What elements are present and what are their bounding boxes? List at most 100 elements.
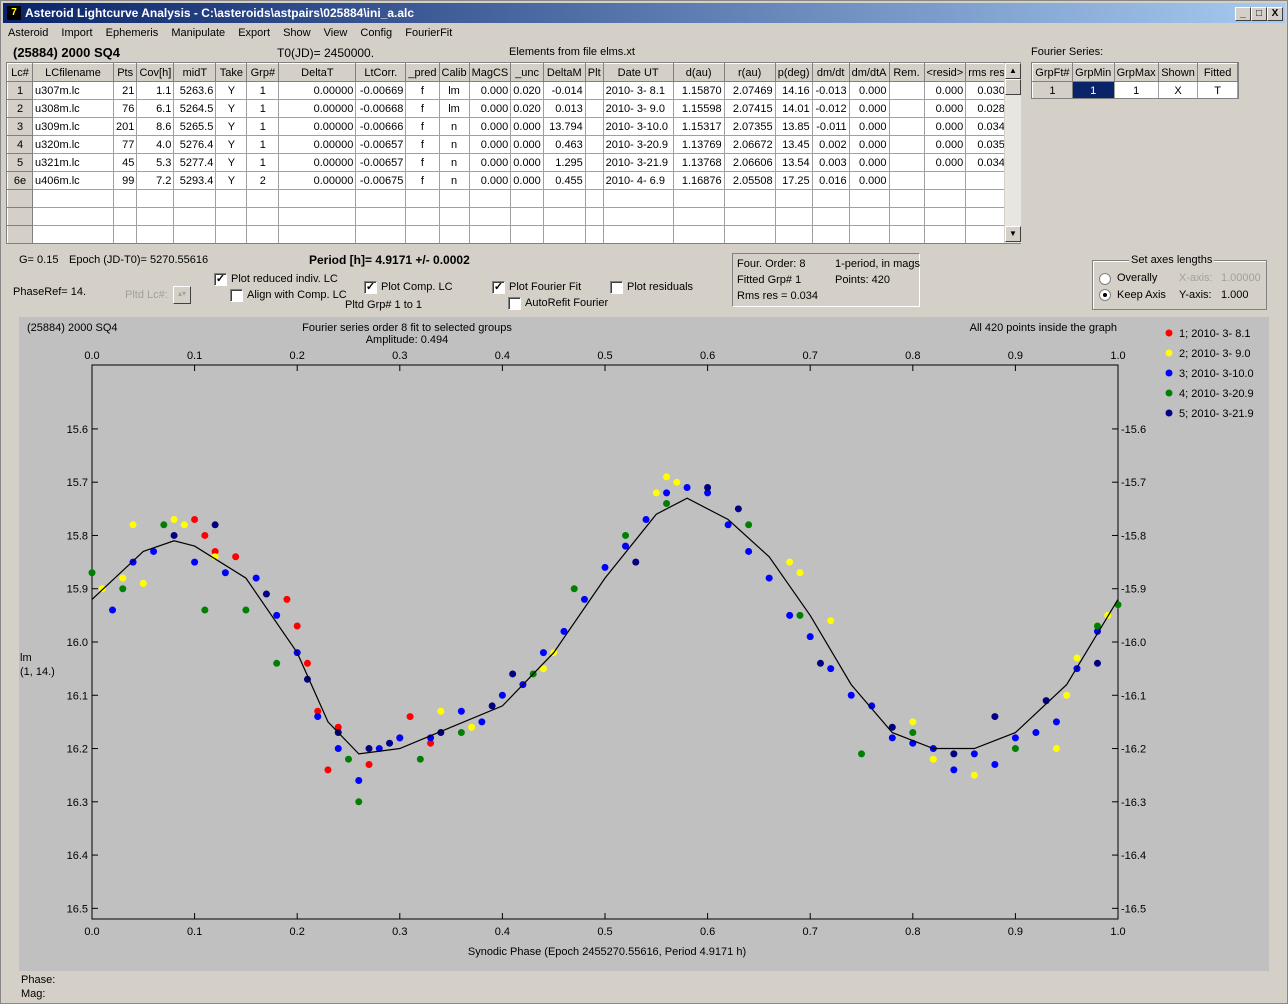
table-cell[interactable]: 1	[246, 99, 280, 118]
table-cell[interactable]: 0.030	[965, 81, 1008, 100]
table-cell[interactable]: u406m.lc	[32, 171, 114, 190]
menu-manipulate[interactable]: Manipulate	[166, 25, 230, 41]
scroll-up-icon[interactable]: ▲	[1005, 63, 1021, 79]
table-cell[interactable]: 5277.4	[173, 153, 217, 172]
table-cell[interactable]	[32, 189, 114, 208]
table-cell[interactable]	[848, 225, 890, 243]
table-cell[interactable]: 0.016	[811, 171, 850, 190]
table-cell[interactable]: u308m.lc	[32, 99, 114, 118]
table-cell[interactable]: 1	[246, 117, 280, 136]
table-cell[interactable]: 0.020	[510, 81, 544, 100]
table-cell[interactable]: -0.00657	[355, 135, 407, 154]
table-cell[interactable]	[215, 207, 248, 226]
table-cell[interactable]	[584, 207, 604, 226]
table-cell[interactable]	[811, 189, 850, 208]
table-cell[interactable]	[173, 207, 217, 226]
table-cell[interactable]	[136, 189, 175, 208]
table-cell[interactable]: f	[405, 135, 440, 154]
row-header[interactable]: 3	[7, 117, 33, 136]
table-cell[interactable]: 13.45	[774, 135, 813, 154]
table-cell[interactable]: 0.455	[542, 171, 586, 190]
table-cell[interactable]	[510, 225, 544, 243]
table-cell[interactable]: -0.00668	[355, 99, 407, 118]
table-cell[interactable]: -0.013	[811, 81, 850, 100]
table-cell[interactable]: f	[405, 81, 440, 100]
col-header[interactable]: Calib	[438, 63, 470, 82]
table-cell[interactable]	[246, 207, 280, 226]
table-cell[interactable]	[542, 225, 586, 243]
table-cell[interactable]: 0.000	[510, 153, 544, 172]
table-row[interactable]: 3 u309m.lc 201 8.6 5265.5 Y 1 0.00000 -0.00666 f n…	[7, 117, 1008, 136]
table-cell[interactable]: 0.000	[468, 117, 512, 136]
table-cell[interactable]: 5.3	[136, 153, 175, 172]
table-cell[interactable]: 1	[246, 81, 280, 100]
table-cell[interactable]: -0.014	[542, 81, 586, 100]
table-row[interactable]: 1 u307m.lc 21 1.1 5263.6 Y 1 0.00000 -0.00669 f lm…	[7, 81, 1008, 100]
table-cell[interactable]	[723, 189, 776, 208]
table-cell[interactable]	[355, 189, 407, 208]
table-cell[interactable]: u309m.lc	[32, 117, 114, 136]
table-cell[interactable]: 2010- 3- 9.0	[602, 99, 674, 118]
table-cell[interactable]: 2.07415	[723, 99, 776, 118]
table-row[interactable]: 6e u406m.lc 99 7.2 5293.4 Y 2 0.00000 -0.00675 f n…	[7, 171, 1008, 190]
table-cell[interactable]	[584, 99, 604, 118]
menu-export[interactable]: Export	[233, 25, 275, 41]
table-row[interactable]: 2 u308m.lc 76 6.1 5264.5 Y 1 0.00000 -0.00668 f lm…	[7, 99, 1008, 118]
autorefit-checkbox[interactable]	[508, 297, 521, 310]
table-cell[interactable]: 2	[246, 171, 280, 190]
table-cell[interactable]: 0.000	[510, 135, 544, 154]
table-cell[interactable]	[923, 225, 967, 243]
plot-comp-checkbox[interactable]: ✓	[364, 281, 377, 294]
menu-fourierfit[interactable]: FourierFit	[400, 25, 457, 41]
menu-import[interactable]: Import	[56, 25, 97, 41]
table-cell[interactable]: 45	[112, 153, 138, 172]
table-cell[interactable]	[811, 225, 850, 243]
row-header[interactable]: 2	[7, 99, 33, 118]
table-cell[interactable]	[888, 135, 925, 154]
col-header[interactable]: Rem.	[888, 63, 925, 82]
table-cell[interactable]: 1.16876	[672, 171, 725, 190]
table-cell[interactable]: 0.000	[468, 81, 512, 100]
table-cell[interactable]	[405, 207, 440, 226]
col-header[interactable]: GrpMax	[1113, 63, 1159, 82]
table-row[interactable]: 5 u321m.lc 45 5.3 5277.4 Y 1 0.00000 -0.00657 f n 0…	[7, 153, 1008, 172]
title-bar[interactable]: 7 Asteroid Lightcurve Analysis - C:\aste…	[3, 3, 1285, 23]
row-header[interactable]	[7, 225, 33, 243]
table-cell[interactable]	[888, 117, 925, 136]
table-cell[interactable]: 2010- 3- 8.1	[602, 81, 674, 100]
table-cell[interactable]: 1	[1032, 81, 1073, 98]
table-cell[interactable]: 0.463	[542, 135, 586, 154]
table-cell[interactable]	[584, 153, 604, 172]
table-cell[interactable]	[723, 225, 776, 243]
fourier-series-table[interactable]: GrpFt# GrpMin GrpMax Shown Fitted 1 1 1 …	[1031, 62, 1239, 99]
table-row[interactable]	[7, 225, 1008, 243]
col-header[interactable]: Fitted	[1197, 63, 1238, 82]
table-cell[interactable]: T	[1197, 81, 1238, 98]
table-cell[interactable]: 21	[112, 81, 138, 100]
table-cell[interactable]	[510, 189, 544, 208]
table-cell[interactable]: 2010- 3-21.9	[602, 153, 674, 172]
col-header[interactable]: Grp#	[246, 63, 280, 82]
row-header[interactable]: 4	[7, 135, 33, 154]
col-header[interactable]: d(au)	[672, 63, 725, 82]
lc-table[interactable]: Lc# LCfilename Pts Cov[h] midT Take Grp#…	[6, 62, 1021, 244]
table-cell[interactable]: Y	[215, 117, 248, 136]
table-cell[interactable]	[672, 189, 725, 208]
table-cell[interactable]	[246, 189, 280, 208]
table-cell[interactable]	[173, 225, 217, 243]
table-cell[interactable]: 5293.4	[173, 171, 217, 190]
table-cell[interactable]: 0.002	[811, 135, 850, 154]
table-cell[interactable]	[136, 207, 175, 226]
table-cell[interactable]: 1.13768	[672, 153, 725, 172]
plot-fourier-checkbox[interactable]: ✓	[492, 281, 505, 294]
table-cell[interactable]: 1	[246, 135, 280, 154]
table-cell[interactable]	[672, 225, 725, 243]
table-cell[interactable]: 0.035	[965, 135, 1008, 154]
table-cell[interactable]	[811, 207, 850, 226]
table-cell[interactable]	[355, 207, 407, 226]
row-header[interactable]: 5	[7, 153, 33, 172]
table-cell[interactable]: -0.00666	[355, 117, 407, 136]
table-cell[interactable]	[923, 171, 967, 190]
table-cell[interactable]	[888, 207, 925, 226]
maximize-button[interactable]: □	[1251, 7, 1267, 21]
